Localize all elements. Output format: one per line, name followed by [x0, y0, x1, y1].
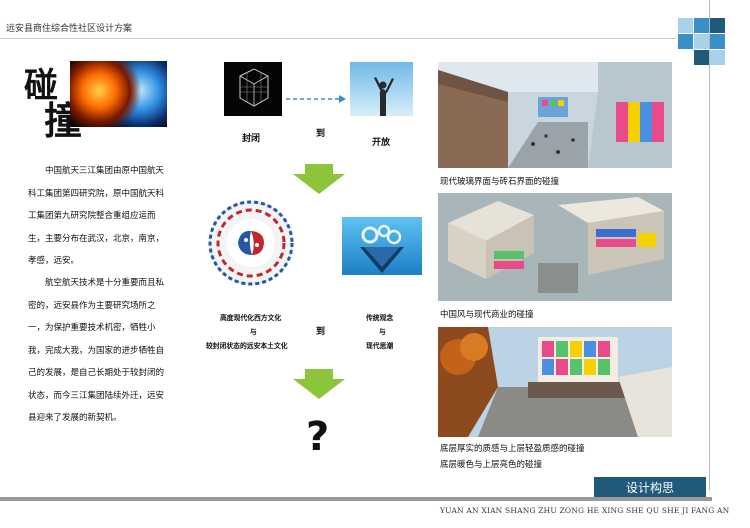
gears-funnel-image	[342, 217, 422, 275]
street-rendering-glass-brick	[438, 62, 672, 168]
label-tradition: 传统观念	[366, 314, 394, 322]
label-local-culture: 较封闭状态的远安本土文化	[206, 342, 288, 350]
page-header-title: 远安县商住综合性社区设计方案	[6, 24, 133, 34]
label-open: 开放	[372, 138, 391, 148]
green-down-arrow-icon	[293, 164, 345, 194]
open-arms-image	[350, 62, 413, 116]
label-closed: 封闭	[242, 134, 261, 144]
header-divider	[0, 38, 676, 39]
body-paragraph-1: 中国航天三江集团由原中国航天科工集团第四研究院，原中国航天科工集团第九研究院整合…	[28, 166, 165, 266]
right-vertical-divider	[709, 0, 710, 490]
body-paragraph-2: 航空航天技术是十分重要而且私密的，远安县作为主要研究场所之一，为保护重要技术机密…	[28, 278, 165, 423]
caption-color-contrast: 底层暖色与上层亮色的碰撞	[440, 460, 543, 470]
design-concept-label: 设计构思	[594, 477, 706, 499]
label-and-1: 与	[250, 328, 257, 336]
label-to-1: 到	[316, 129, 326, 139]
caption-chinese-vs-commercial: 中国风与现代商业的碰撞	[440, 310, 534, 320]
blue-white-porcelain-plate-image	[208, 200, 294, 286]
fire-ice-collision-image	[70, 61, 167, 127]
footer-pinyin-title: YUAN AN XIAN SHANG ZHU ZONG HE XING SHE …	[440, 506, 730, 515]
label-western-culture: 高度现代化西方文化	[220, 314, 282, 322]
aerial-rendering-chinese-commercial	[438, 193, 672, 301]
question-mark: ?	[306, 414, 330, 460]
footer-divider	[0, 497, 712, 501]
green-down-arrow-icon	[293, 369, 345, 399]
closed-box-image	[224, 62, 282, 116]
label-and-2: 与	[379, 328, 386, 336]
dashed-arrow-right-icon	[286, 95, 346, 103]
caption-texture-contrast: 底层厚实的质感与上层轻盈质感的碰撞	[440, 444, 585, 454]
rendering-heavy-base-light-top	[438, 327, 672, 437]
label-modern-thought: 现代思潮	[366, 342, 394, 350]
label-to-2: 到	[316, 327, 326, 337]
caption-glass-vs-brick: 现代玻璃界面与砖石界面的碰撞	[440, 177, 560, 187]
